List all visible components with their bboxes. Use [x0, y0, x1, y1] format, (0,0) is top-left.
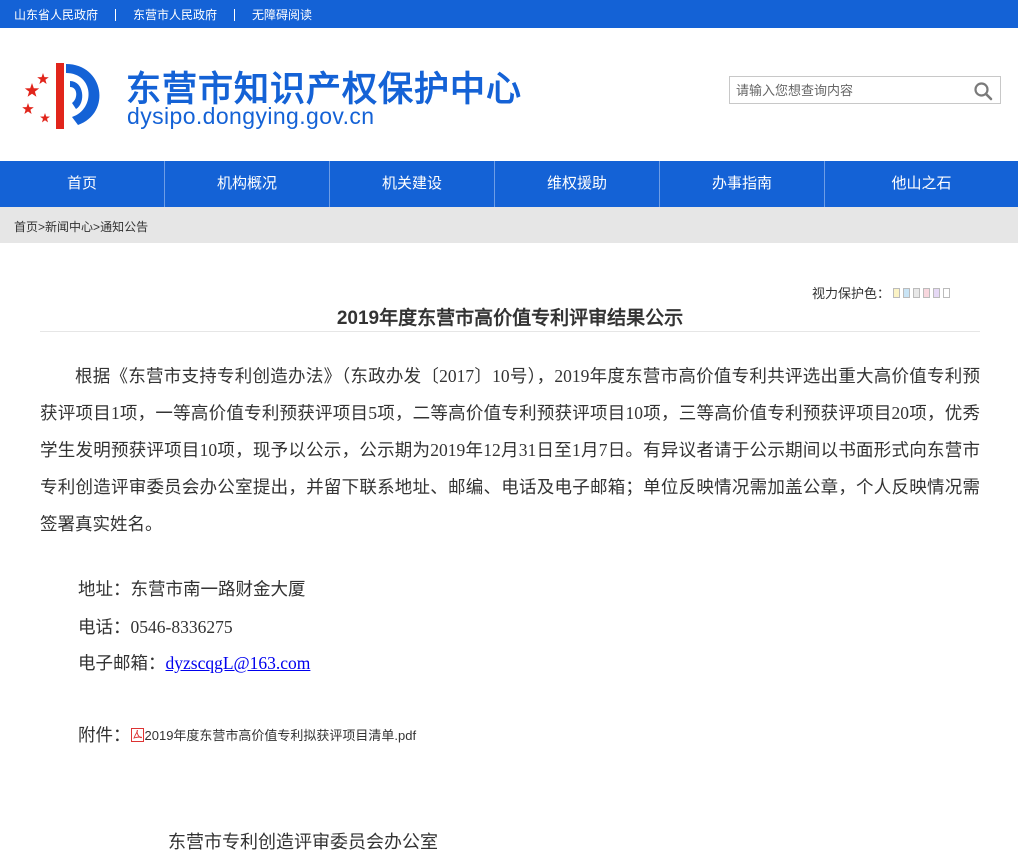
- phone-label: 电话：: [78, 617, 131, 637]
- top-divider: [115, 8, 117, 21]
- link-dongying-gov[interactable]: 东营市人民政府: [133, 6, 217, 23]
- color-swatch[interactable]: [923, 287, 931, 298]
- email-label: 电子邮箱：: [78, 653, 166, 673]
- title-divider: [40, 331, 980, 332]
- email-line: 电子邮箱：dyzscqgL@163.com: [78, 650, 310, 675]
- eye-protection-label: 视力保护色：: [812, 286, 891, 301]
- address-value: 东营市南一路财金大厦: [130, 579, 306, 599]
- site-url: dysipo.dongying.gov.cn: [127, 103, 375, 129]
- color-swatch[interactable]: [933, 287, 941, 298]
- address-line: 地址：东营市南一路财金大厦: [78, 576, 306, 601]
- attachment-label: 附件：: [78, 725, 131, 745]
- breadcrumb-news[interactable]: 新闻中心: [45, 220, 93, 234]
- pdf-icon: [130, 727, 144, 742]
- link-shandong-gov[interactable]: 山东省人民政府: [14, 6, 98, 23]
- color-swatch[interactable]: [913, 287, 921, 298]
- search-box: [729, 76, 1001, 104]
- breadcrumb: 首页>新闻中心>通知公告: [0, 207, 1018, 243]
- attachment-line: 附件： 2019年度东营市高价值专利拟获评项目清单.pdf: [78, 722, 416, 747]
- nav-organization[interactable]: 机构概况: [165, 161, 330, 207]
- phone-line: 电话：0546-8336275: [78, 614, 233, 639]
- nav-agency-building[interactable]: 机关建设: [330, 161, 495, 207]
- breadcrumb-home[interactable]: 首页: [14, 220, 38, 234]
- address-label: 地址：: [78, 579, 131, 599]
- top-divider: [234, 8, 236, 21]
- color-swatch[interactable]: [903, 287, 911, 298]
- article-paragraph: 根据《东营市支持专利创造办法》（东政办发〔2017〕10号），2019年度东营市…: [40, 366, 980, 534]
- nav-rights-assistance[interactable]: 维权援助: [495, 161, 660, 207]
- star-icon: [40, 113, 50, 123]
- star-icon: [37, 73, 49, 84]
- breadcrumb-notice[interactable]: 通知公告: [100, 220, 148, 234]
- color-swatch[interactable]: [943, 287, 951, 298]
- main-nav: 首页 机构概况 机关建设 维权援助 办事指南 他山之石: [0, 161, 1018, 207]
- color-swatch[interactable]: [893, 287, 901, 298]
- nav-service-guide[interactable]: 办事指南: [660, 161, 825, 207]
- search-input[interactable]: [736, 81, 956, 99]
- phone-value: 0546-8336275: [130, 617, 233, 637]
- site-header: 东营市知识产权保护中心 dysipo.dongying.gov.cn: [0, 28, 1018, 161]
- nav-home[interactable]: 首页: [0, 161, 165, 207]
- breadcrumb-text: 首页>新闻中心>通知公告: [14, 218, 148, 235]
- email-link[interactable]: dyzscqgL@163.com: [166, 653, 311, 673]
- link-accessibility[interactable]: 无障碍阅读: [252, 6, 312, 23]
- search-icon[interactable]: [973, 81, 993, 101]
- signature: 东营市专利创造评审委员会办公室: [168, 832, 438, 852]
- nav-references[interactable]: 他山之石: [825, 161, 1018, 207]
- top-bar: 山东省人民政府 东营市人民政府 无障碍阅读: [0, 0, 1018, 29]
- star-icon: [22, 103, 34, 114]
- site-logo[interactable]: [20, 59, 116, 131]
- star-icon: [24, 83, 40, 97]
- eye-protection-colors: 视力保护色：: [812, 283, 951, 302]
- top-links: 山东省人民政府 东营市人民政府 无障碍阅读: [14, 6, 312, 23]
- article-title: 2019年度东营市高价值专利评审结果公示: [336, 308, 684, 329]
- breadcrumb-separator: >: [93, 220, 101, 234]
- breadcrumb-separator: >: [38, 220, 46, 234]
- attachment-file-link[interactable]: 2019年度东营市高价值专利拟获评项目清单.pdf: [145, 725, 417, 744]
